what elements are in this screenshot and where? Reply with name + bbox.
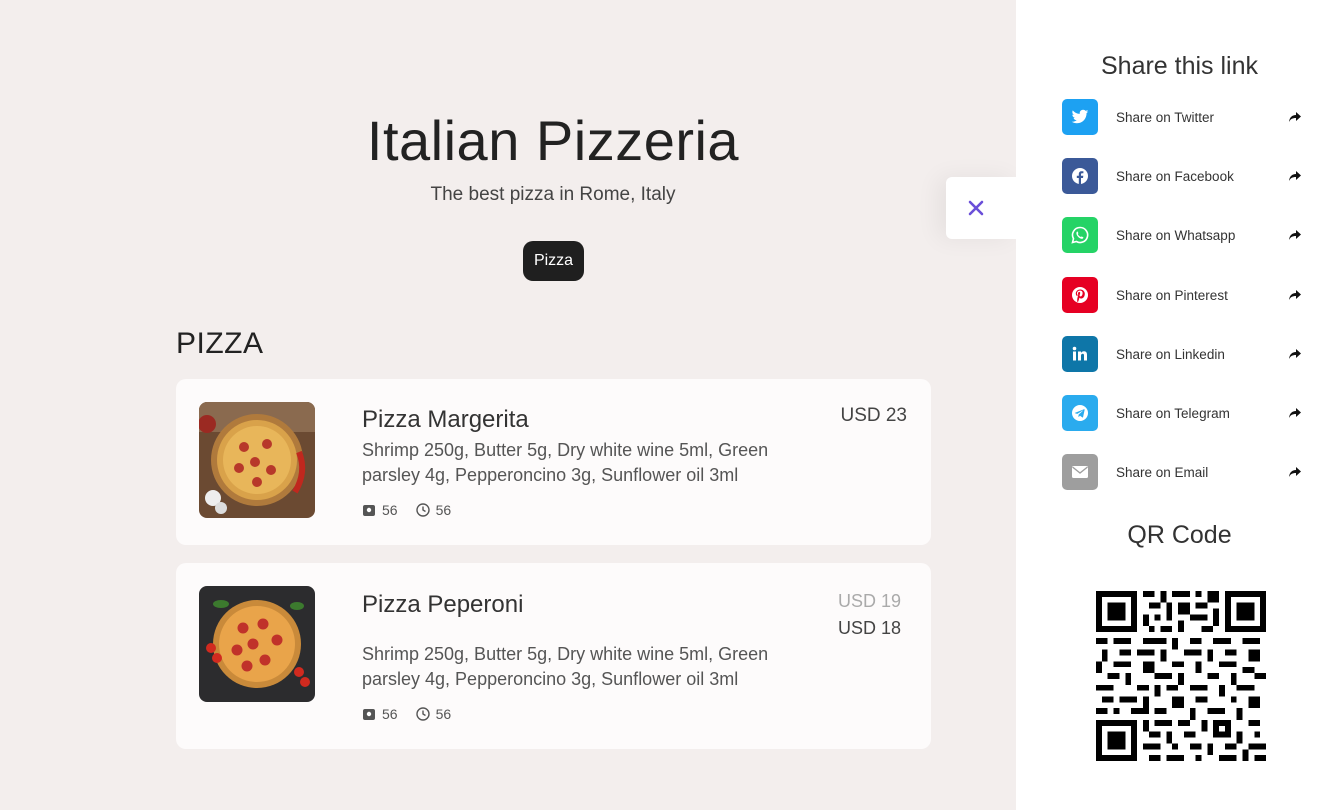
weight-meta: 56	[362, 502, 398, 518]
item-name: Pizza Margerita	[362, 406, 529, 433]
item-meta: 56 56	[362, 502, 469, 518]
menu-page: Italian Pizzeria The best pizza in Rome,…	[0, 0, 1018, 810]
page-subtitle: The best pizza in Rome, Italy	[430, 184, 676, 205]
share-label: Share on Pinterest	[1116, 287, 1228, 303]
share-label: Share on Linkedin	[1116, 346, 1225, 362]
pinterest-icon	[1062, 277, 1098, 313]
share-pinterest[interactable]: Share on Pinterest	[1062, 277, 1302, 313]
menu-item-card[interactable]: Pizza Margerita Shrimp 250g, Butter 5g, …	[176, 379, 931, 545]
time-value: 56	[435, 502, 452, 518]
facebook-icon	[1062, 158, 1098, 194]
share-label: Share on Facebook	[1116, 168, 1234, 184]
share-facebook[interactable]: Share on Facebook	[1062, 158, 1302, 194]
close-icon	[968, 200, 984, 216]
item-meta: 56 56	[362, 706, 469, 722]
item-name: Pizza Peperoni	[362, 591, 524, 618]
share-label: Share on Whatsapp	[1116, 227, 1236, 243]
share-linkedin[interactable]: Share on Linkedin	[1062, 336, 1302, 372]
clock-icon	[415, 503, 430, 517]
item-price: USD 23	[840, 405, 907, 426]
share-arrow-icon	[1289, 230, 1301, 240]
share-arrow-icon	[1289, 171, 1301, 181]
share-label: Share on Email	[1116, 464, 1209, 480]
share-email[interactable]: Share on Email	[1062, 454, 1302, 490]
pizza-margerita-image	[199, 402, 315, 518]
share-arrow-icon	[1289, 290, 1301, 300]
share-panel: Share this link Share on Twitter Share o…	[1016, 0, 1343, 810]
email-icon	[1062, 454, 1098, 490]
weight-icon	[363, 709, 375, 720]
item-price-old: USD 19	[837, 591, 901, 611]
share-label: Share on Telegram	[1116, 405, 1230, 421]
qr-code-title: QR Code	[1127, 521, 1232, 549]
page-title: Italian Pizzeria	[366, 109, 740, 172]
weight-meta: 56	[362, 706, 398, 722]
share-arrow-icon	[1289, 408, 1301, 418]
item-price: USD 18	[837, 618, 901, 638]
time-meta: 56	[415, 706, 452, 722]
time-meta: 56	[415, 502, 452, 518]
menu-item-card[interactable]: Pizza Peperoni Shrimp 250g, Butter 5g, D…	[176, 563, 931, 749]
linkedin-icon	[1062, 336, 1098, 372]
share-whatsapp[interactable]: Share on Whatsapp	[1062, 217, 1302, 253]
qr-code-image	[1096, 591, 1266, 761]
item-description: Shrimp 250g, Butter 5g, Dry white wine 5…	[362, 440, 769, 485]
twitter-icon	[1062, 99, 1098, 135]
close-share-panel-button[interactable]	[946, 177, 1018, 239]
section-title: PIZZA	[176, 327, 264, 360]
weight-value: 56	[382, 706, 398, 722]
share-arrow-icon	[1289, 349, 1301, 359]
whatsapp-icon	[1062, 217, 1098, 253]
weight-value: 56	[382, 502, 398, 518]
share-arrow-icon	[1289, 112, 1301, 122]
clock-icon	[415, 707, 430, 721]
item-description: Shrimp 250g, Butter 5g, Dry white wine 5…	[362, 644, 769, 689]
telegram-icon	[1062, 395, 1098, 431]
weight-icon	[363, 505, 375, 516]
share-label: Share on Twitter	[1116, 109, 1215, 125]
category-chip-pizza[interactable]: Pizza	[523, 241, 584, 281]
share-telegram[interactable]: Share on Telegram	[1062, 395, 1302, 431]
share-twitter[interactable]: Share on Twitter	[1062, 99, 1302, 135]
share-arrow-icon	[1289, 467, 1301, 477]
pizza-peperoni-image	[199, 586, 315, 702]
time-value: 56	[435, 706, 452, 722]
share-panel-title: Share this link	[1100, 52, 1259, 80]
